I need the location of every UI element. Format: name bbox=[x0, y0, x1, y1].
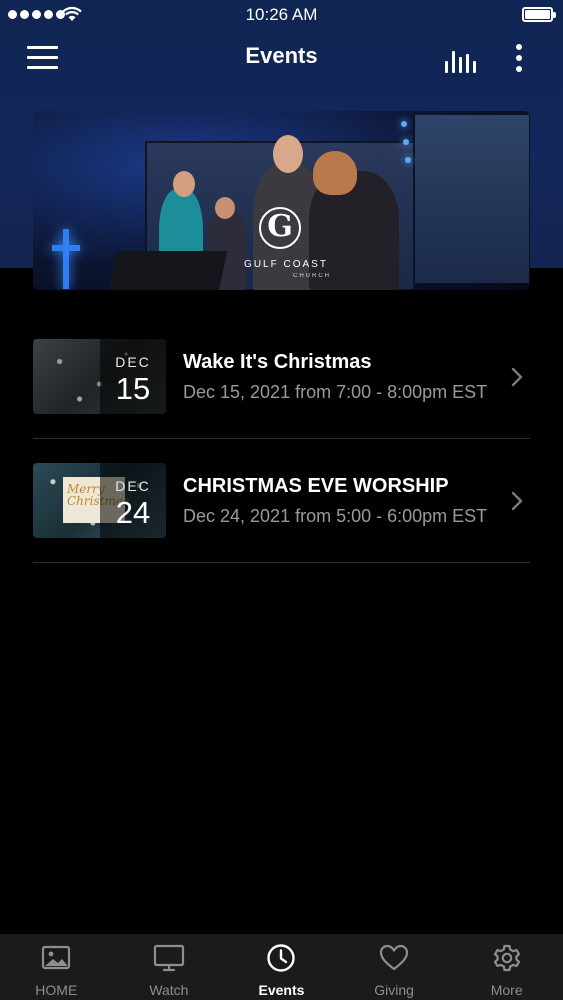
tab-label: Watch bbox=[149, 982, 189, 998]
event-day: 15 bbox=[115, 371, 151, 406]
tab-events[interactable]: Events bbox=[225, 934, 338, 1000]
event-title: Wake It's Christmas bbox=[183, 351, 372, 373]
tv-icon bbox=[153, 944, 184, 972]
church-logo-subtext: CHURCH bbox=[293, 273, 331, 279]
tab-watch[interactable]: Watch bbox=[113, 934, 226, 1000]
tab-giving[interactable]: Giving bbox=[338, 934, 451, 1000]
audio-bars-icon[interactable] bbox=[443, 43, 479, 73]
event-thumbnail: DEC 15 bbox=[33, 339, 166, 414]
church-logo-text: GULF COAST bbox=[244, 259, 328, 270]
event-title: CHRISTMAS EVE WORSHIP bbox=[183, 475, 449, 497]
cross-light bbox=[63, 229, 69, 289]
event-datetime: Dec 15, 2021 from 7:00 - 8:00pm EST bbox=[183, 382, 488, 402]
event-date-badge: DEC 15 bbox=[100, 339, 166, 414]
gear-icon bbox=[493, 944, 520, 972]
bottom-tab-bar: HOME Watch Events Giving More bbox=[0, 934, 563, 1000]
tab-label: Events bbox=[258, 982, 305, 998]
events-list: DEC 15 Wake It's Christmas Dec 15, 2021 … bbox=[33, 315, 530, 563]
image-icon bbox=[42, 945, 71, 970]
event-day: 24 bbox=[115, 495, 151, 530]
tab-label: Giving bbox=[374, 982, 414, 998]
event-row[interactable]: Merry Christmas DEC 24 CHRISTMAS EVE WOR… bbox=[33, 439, 530, 563]
chevron-right-icon bbox=[511, 367, 523, 387]
event-thumbnail: Merry Christmas DEC 24 bbox=[33, 463, 166, 538]
tab-home[interactable]: HOME bbox=[0, 934, 113, 1000]
event-month: DEC bbox=[115, 354, 151, 370]
status-time: 10:26 AM bbox=[245, 5, 318, 24]
tab-label: HOME bbox=[35, 982, 78, 998]
event-month: DEC bbox=[115, 478, 151, 494]
chevron-right-icon bbox=[511, 491, 523, 511]
event-row[interactable]: DEC 15 Wake It's Christmas Dec 15, 2021 … bbox=[33, 315, 530, 439]
clock-icon bbox=[267, 944, 296, 972]
tab-label: More bbox=[490, 982, 523, 998]
more-options-icon[interactable] bbox=[507, 42, 531, 74]
app-header: Events bbox=[0, 30, 563, 86]
event-date-badge: DEC 24 bbox=[100, 463, 166, 538]
heart-icon bbox=[379, 944, 409, 971]
event-datetime: Dec 24, 2021 from 5:00 - 6:00pm EST bbox=[183, 506, 488, 526]
tab-more[interactable]: More bbox=[450, 934, 563, 1000]
featured-banner-image[interactable]: G GULF COAST CHURCH bbox=[33, 111, 530, 290]
battery-icon bbox=[522, 7, 556, 22]
status-bar: 10:26 AM bbox=[0, 0, 563, 30]
